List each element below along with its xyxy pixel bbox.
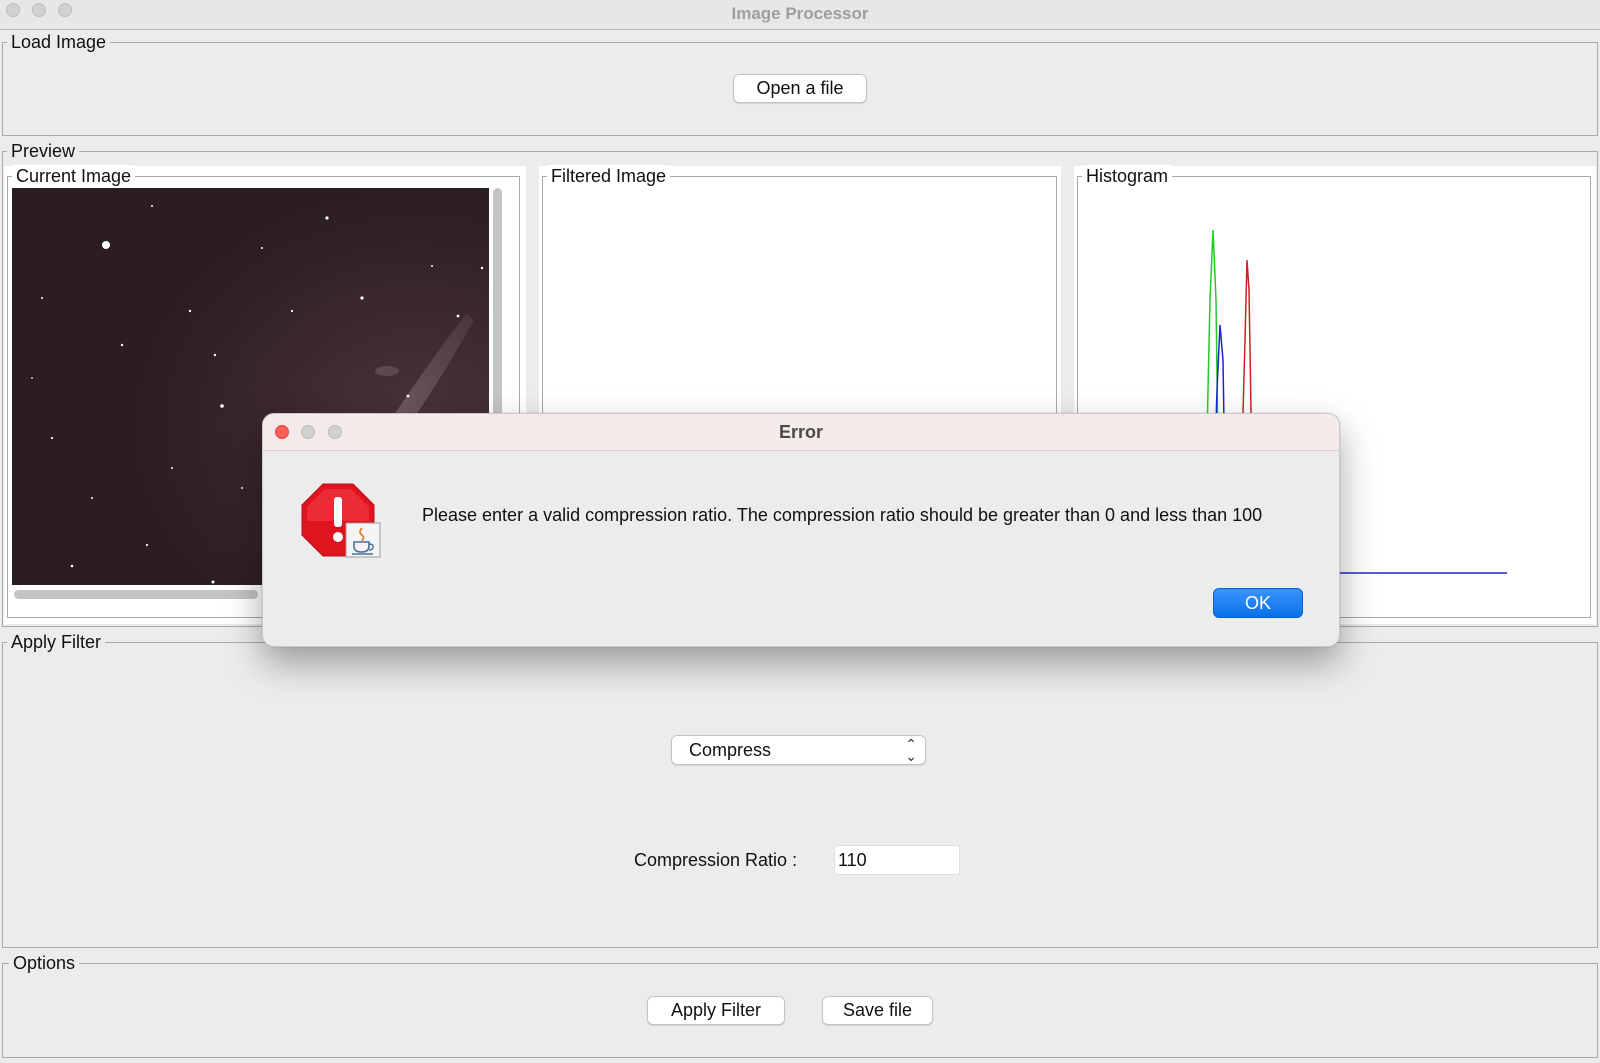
dialog-message: Please enter a valid compression ratio. … — [422, 505, 1263, 525]
java-cup-icon — [345, 522, 381, 558]
apply-filter-button[interactable]: Apply Filter — [647, 996, 785, 1025]
dialog-title: Error — [778, 422, 823, 442]
filtered-image-legend: Filtered Image — [547, 165, 671, 187]
current-image-horizontal-scrollbar[interactable] — [14, 590, 258, 599]
options-legend: Options — [9, 952, 80, 974]
apply-filter-group: Apply Filter — [2, 631, 1598, 948]
load-image-legend: Load Image — [7, 31, 111, 53]
dialog-titlebar[interactable]: Error — [263, 414, 1339, 451]
error-dialog[interactable]: Error Please enter a valid compression r… — [262, 413, 1340, 647]
apply-filter-legend: Apply Filter — [7, 631, 106, 653]
save-file-button[interactable]: Save file — [822, 996, 933, 1025]
ok-button[interactable]: OK — [1213, 588, 1303, 618]
compression-ratio-input[interactable] — [834, 845, 960, 875]
compression-ratio-label: Compression Ratio : — [634, 850, 798, 870]
filter-type-select[interactable]: Compress ⌃ ⌄ — [671, 735, 926, 765]
window-title: Image Processor — [731, 4, 869, 23]
filter-type-selected-value: Compress — [689, 740, 772, 760]
current-image-legend: Current Image — [12, 165, 136, 187]
open-file-button[interactable]: Open a file — [733, 74, 867, 103]
histogram-legend: Histogram — [1082, 165, 1173, 187]
window-titlebar[interactable]: Image Processor — [0, 0, 1600, 30]
preview-legend: Preview — [7, 140, 80, 162]
select-chevron-icon: ⌃ ⌄ — [905, 736, 917, 764]
options-group: Options — [2, 952, 1598, 1058]
